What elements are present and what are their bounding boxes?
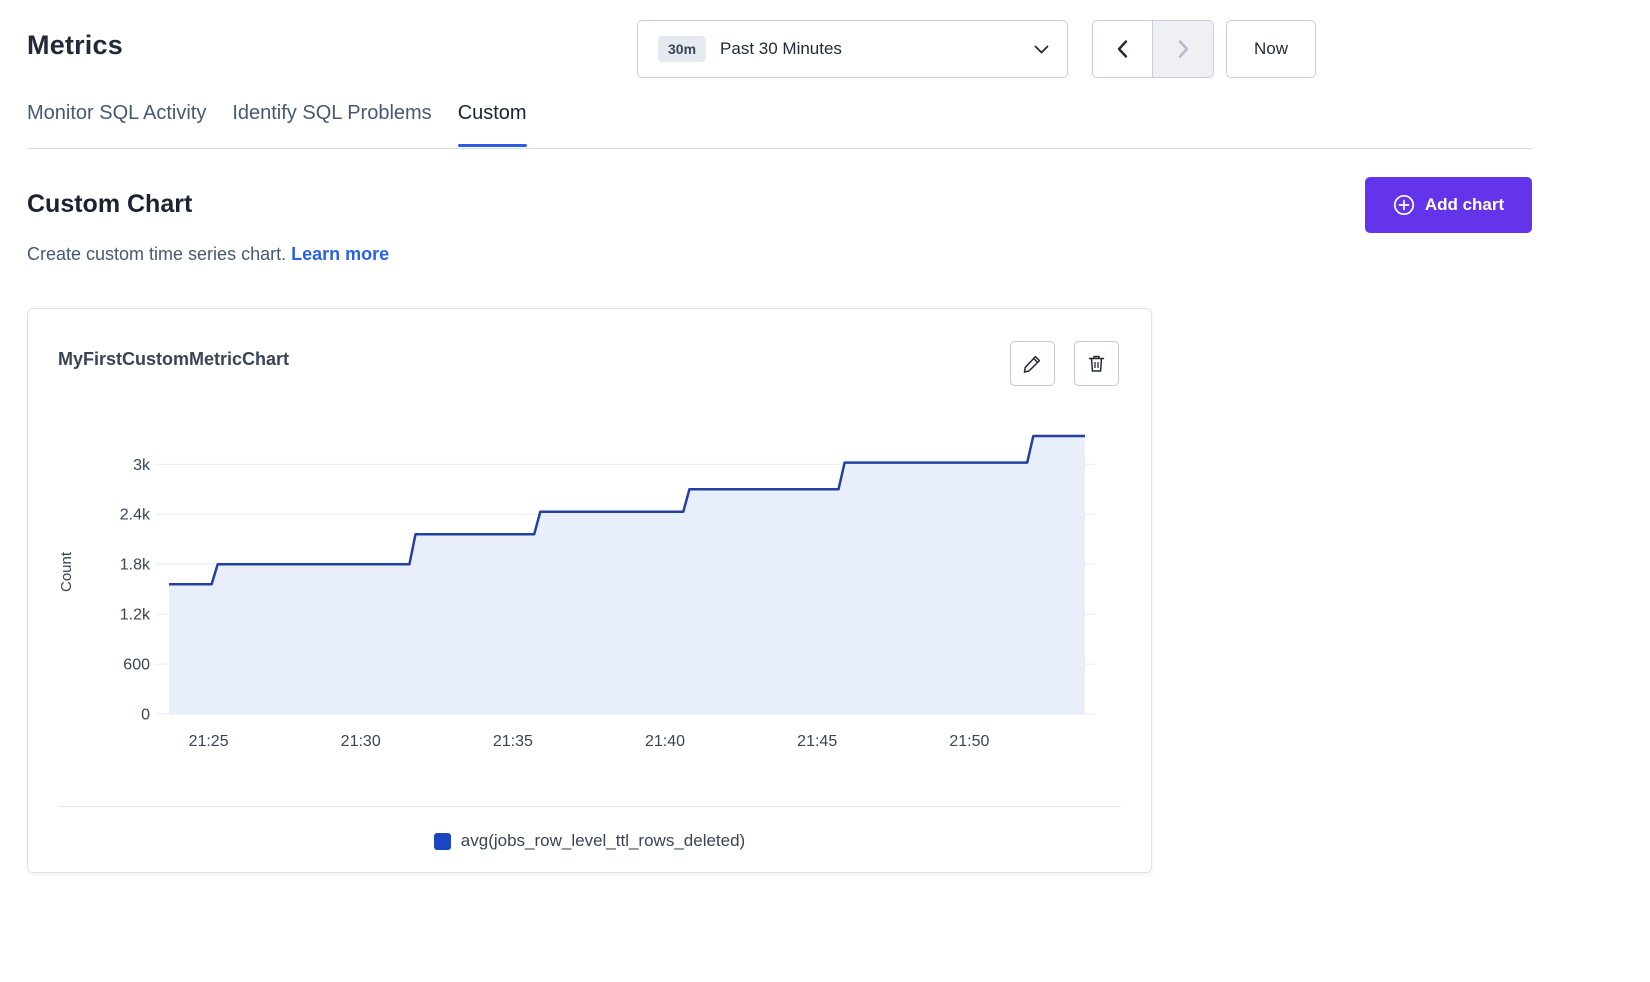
svg-text:2.4k: 2.4k: [120, 507, 151, 524]
time-range-badge: 30m: [658, 36, 706, 62]
svg-text:3k: 3k: [133, 457, 151, 474]
page-title: Metrics: [27, 30, 123, 61]
description-text: Create custom time series chart.: [27, 244, 286, 264]
tab-custom[interactable]: Custom: [458, 102, 527, 146]
pencil-icon: [1022, 353, 1043, 374]
svg-text:21:45: 21:45: [797, 733, 837, 750]
tab-identify-sql-problems[interactable]: Identify SQL Problems: [232, 102, 431, 146]
chart-legend[interactable]: avg(jobs_row_level_ttl_rows_deleted): [28, 831, 1151, 851]
legend-label: avg(jobs_row_level_ttl_rows_deleted): [461, 831, 745, 851]
svg-text:1.8k: 1.8k: [120, 557, 151, 574]
time-range-label: Past 30 Minutes: [720, 39, 1034, 59]
svg-text:21:25: 21:25: [189, 733, 229, 750]
svg-text:21:30: 21:30: [341, 733, 381, 750]
plus-circle-icon: [1393, 194, 1415, 216]
section-title: Custom Chart: [27, 190, 192, 219]
trash-icon: [1086, 353, 1107, 374]
now-button[interactable]: Now: [1226, 20, 1316, 78]
svg-text:21:50: 21:50: [949, 733, 989, 750]
custom-chart-card: MyFirstCustomMetricChart 0 600 1.2k 1.8k 2.4…: [27, 308, 1152, 873]
next-time-button[interactable]: [1153, 20, 1214, 78]
svg-text:0: 0: [141, 707, 150, 724]
chevron-down-icon: [1034, 45, 1049, 54]
chevron-left-icon: [1116, 39, 1129, 59]
learn-more-link[interactable]: Learn more: [291, 244, 389, 264]
trash-icon-button[interactable]: [1074, 341, 1119, 386]
svg-text:Count: Count: [58, 551, 75, 592]
legend-divider: [58, 806, 1121, 807]
svg-text:21:35: 21:35: [493, 733, 533, 750]
add-chart-label: Add chart: [1425, 195, 1504, 215]
tabs-divider: [27, 148, 1532, 149]
prev-time-button[interactable]: [1092, 20, 1153, 78]
time-nav-group: [1092, 20, 1214, 78]
section-description: Create custom time series chart. Learn m…: [27, 244, 389, 265]
chevron-right-icon: [1177, 39, 1190, 59]
timeseries-chart[interactable]: 0 600 1.2k 1.8k 2.4k 3k 21:25 21:30 21:35 21:40 21…: [28, 409, 1153, 769]
svg-text:1.2k: 1.2k: [120, 607, 151, 624]
legend-swatch: [434, 833, 451, 850]
chart-title: MyFirstCustomMetricChart: [58, 349, 289, 370]
edit-chart-button[interactable]: [1010, 341, 1055, 386]
svg-text:600: 600: [123, 657, 150, 674]
tab-monitor-sql-activity[interactable]: Monitor SQL Activity: [27, 102, 206, 146]
time-range-dropdown[interactable]: 30m Past 30 Minutes: [637, 20, 1068, 78]
add-chart-button[interactable]: Add chart: [1365, 177, 1532, 233]
metrics-tabs: Monitor SQL Activity Identify SQL Proble…: [27, 102, 527, 146]
svg-text:21:40: 21:40: [645, 733, 685, 750]
